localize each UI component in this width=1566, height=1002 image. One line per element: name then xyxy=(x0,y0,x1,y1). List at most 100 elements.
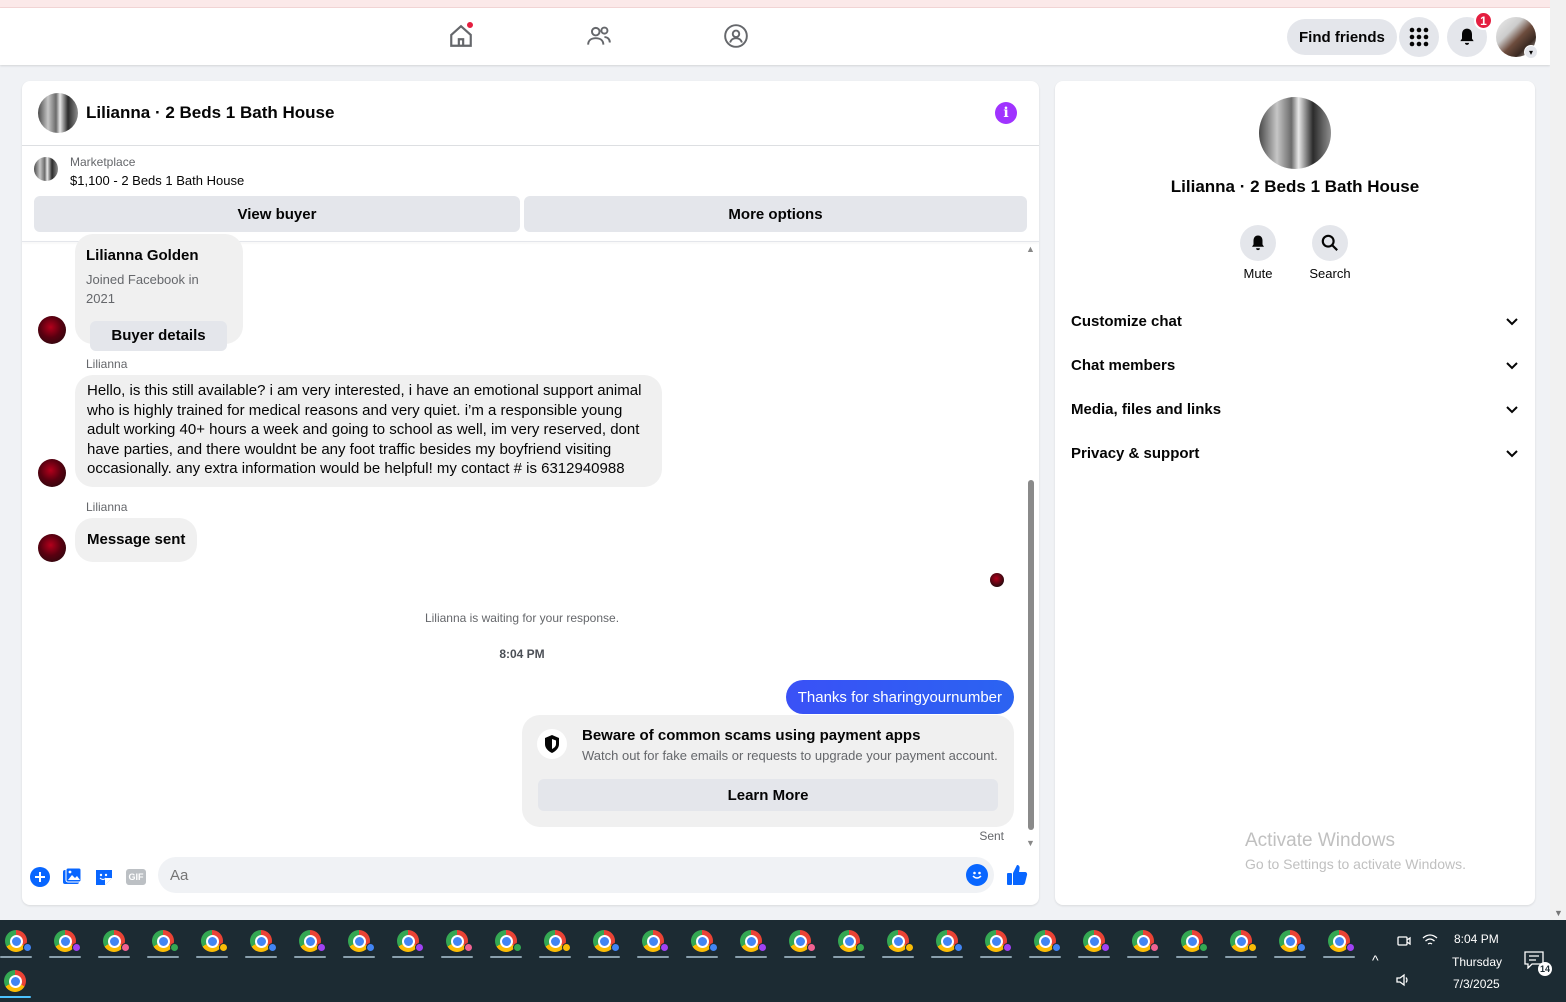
chrome-taskbar-button[interactable] xyxy=(582,922,626,960)
friends-icon[interactable] xyxy=(585,22,613,50)
chrome-taskbar-button[interactable] xyxy=(925,922,969,960)
menu-grid-icon[interactable] xyxy=(1399,17,1439,57)
search-button[interactable]: Search xyxy=(1300,225,1360,281)
profile-badge xyxy=(1248,943,1257,952)
running-indicator xyxy=(784,956,816,958)
chrome-taskbar-button[interactable] xyxy=(1219,922,1263,960)
profile-avatar[interactable]: ▾ xyxy=(1496,17,1538,59)
sender-avatar[interactable] xyxy=(38,316,66,344)
running-indicator xyxy=(1176,956,1208,958)
row-label: Privacy & support xyxy=(1071,445,1200,462)
chrome-taskbar-button[interactable] xyxy=(974,922,1018,960)
scrollbar-thumb[interactable] xyxy=(1028,480,1034,830)
sender-avatar[interactable] xyxy=(38,534,66,562)
volume-icon[interactable] xyxy=(1395,973,1411,990)
chrome-taskbar-button[interactable] xyxy=(386,922,430,960)
scam-warning-card: Beware of common scams using payment app… xyxy=(522,715,1014,827)
message-composer: GIF xyxy=(22,853,1039,905)
chrome-taskbar-button[interactable] xyxy=(435,922,479,960)
more-options-button[interactable]: More options xyxy=(524,196,1027,232)
chrome-taskbar-button[interactable] xyxy=(1072,922,1116,960)
gif-icon[interactable]: GIF xyxy=(124,865,148,889)
profile-badge xyxy=(268,943,277,952)
chevron-down-icon xyxy=(1506,318,1518,326)
view-buyer-button[interactable]: View buyer xyxy=(34,196,520,232)
listing-avatar[interactable] xyxy=(1259,97,1331,169)
chrome-taskbar-button[interactable] xyxy=(0,962,37,1000)
profile-badge xyxy=(219,943,228,952)
chrome-taskbar-button[interactable] xyxy=(533,922,577,960)
chrome-taskbar-button[interactable] xyxy=(1121,922,1165,960)
listing-thumbnail xyxy=(34,157,58,181)
incoming-message[interactable]: Hello, is this still available? i am ver… xyxy=(75,375,662,487)
plus-icon[interactable] xyxy=(28,865,52,889)
chrome-taskbar-button[interactable] xyxy=(876,922,920,960)
chrome-taskbar-button[interactable] xyxy=(827,922,871,960)
chrome-taskbar-button[interactable] xyxy=(680,922,724,960)
privacy-support-row[interactable]: Privacy & support xyxy=(1071,445,1519,467)
outgoing-message[interactable]: Thanks for sharingyournumber xyxy=(785,680,1014,714)
profile-badge xyxy=(562,943,571,952)
chevron-down-icon: ▾ xyxy=(1524,45,1538,59)
running-indicator xyxy=(245,956,277,958)
info-icon[interactable]: i xyxy=(995,102,1017,124)
customize-chat-row[interactable]: Customize chat xyxy=(1071,313,1519,335)
chrome-taskbar-button[interactable] xyxy=(288,922,332,960)
message-input[interactable] xyxy=(158,857,994,893)
chrome-taskbar-button[interactable] xyxy=(484,922,528,960)
scroll-down-arrow[interactable]: ▼ xyxy=(1026,838,1035,848)
profile-badge xyxy=(611,943,620,952)
chat-title[interactable]: Lilianna · 2 Beds 1 Bath House xyxy=(86,103,334,123)
wifi-icon[interactable] xyxy=(1422,933,1438,950)
running-indicator xyxy=(686,956,718,958)
chrome-taskbar-button[interactable] xyxy=(141,922,185,960)
thumbs-up-icon[interactable] xyxy=(1005,863,1029,887)
listing-avatar[interactable] xyxy=(38,93,78,133)
sticker-icon[interactable] xyxy=(92,865,116,889)
groups-icon[interactable] xyxy=(722,22,750,50)
chevron-up-icon[interactable]: ^ xyxy=(1372,952,1379,968)
scroll-down-arrow[interactable]: ▼ xyxy=(1554,908,1563,918)
find-friends-button[interactable]: Find friends xyxy=(1287,19,1397,55)
meet-now-icon[interactable] xyxy=(1397,933,1411,952)
chrome-taskbar-button[interactable] xyxy=(0,922,38,960)
chrome-taskbar-button[interactable] xyxy=(729,922,773,960)
chrome-taskbar-button[interactable] xyxy=(190,922,234,960)
running-indicator xyxy=(1127,956,1159,958)
chrome-taskbar-button[interactable] xyxy=(239,922,283,960)
emoji-icon[interactable] xyxy=(966,864,988,886)
chrome-taskbar-button[interactable] xyxy=(1170,922,1214,960)
chat-members-row[interactable]: Chat members xyxy=(1071,357,1519,379)
mute-button[interactable]: Mute xyxy=(1228,225,1288,281)
chrome-taskbar-button[interactable] xyxy=(337,922,381,960)
chrome-taskbar-button[interactable] xyxy=(1023,922,1067,960)
page-scrollbar[interactable]: ▼ xyxy=(1550,0,1566,920)
clock-time[interactable]: 8:04 PM xyxy=(1454,932,1499,946)
notifications-bell-icon[interactable]: 1 xyxy=(1447,11,1493,57)
chrome-taskbar-button[interactable] xyxy=(1317,922,1361,960)
chrome-taskbar-button[interactable] xyxy=(1268,922,1312,960)
running-indicator xyxy=(147,956,179,958)
buyer-details-button[interactable]: Buyer details xyxy=(90,320,227,351)
message-scrollbar[interactable]: ▲ ▼ xyxy=(1026,244,1036,848)
clock-date[interactable]: 7/3/2025 xyxy=(1453,977,1500,991)
row-label: Customize chat xyxy=(1071,313,1182,330)
home-icon[interactable] xyxy=(447,21,475,50)
chrome-taskbar-button[interactable] xyxy=(92,922,136,960)
notification-count-badge: 14 xyxy=(1538,962,1552,976)
media-files-links-row[interactable]: Media, files and links xyxy=(1071,401,1519,423)
profile-badge xyxy=(513,943,522,952)
photo-icon[interactable] xyxy=(60,865,84,889)
scroll-up-arrow[interactable]: ▲ xyxy=(1026,244,1035,254)
running-indicator xyxy=(98,956,130,958)
chrome-taskbar-button[interactable] xyxy=(631,922,675,960)
profile-badge xyxy=(1003,943,1012,952)
clock-day[interactable]: Thursday xyxy=(1452,955,1502,969)
buyer-joined: Joined Facebook in 2021 xyxy=(86,271,199,307)
chrome-taskbar-button[interactable] xyxy=(778,922,822,960)
sender-avatar[interactable] xyxy=(38,459,66,487)
learn-more-button[interactable]: Learn More xyxy=(538,779,998,811)
running-indicator xyxy=(0,996,31,998)
incoming-message[interactable]: Message sent xyxy=(75,518,198,562)
chrome-taskbar-button[interactable] xyxy=(43,922,87,960)
